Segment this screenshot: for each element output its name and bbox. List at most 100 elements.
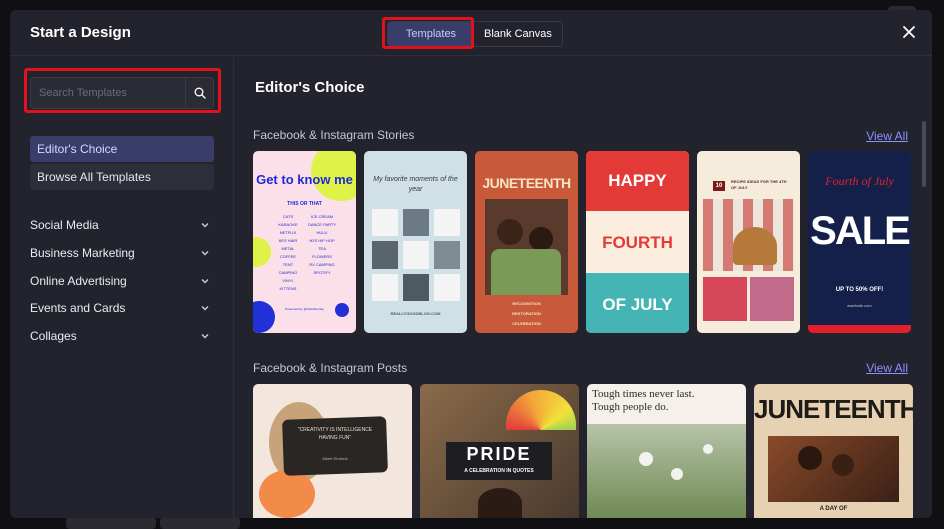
- view-all-stories-link[interactable]: View All: [866, 129, 908, 143]
- color-band: [808, 325, 911, 333]
- card-photo: [485, 199, 568, 295]
- photo-figure: [478, 488, 522, 518]
- start-design-modal: Start a Design Templates Blank Canvas Ed…: [10, 10, 932, 518]
- photo-tile: [750, 277, 794, 321]
- card-title: JUNETEENTH: [754, 394, 913, 424]
- card-line: UP TO 50% OFF!: [835, 287, 884, 293]
- modal-header: Start a Design Templates Blank Canvas: [10, 10, 932, 56]
- template-card-july-sale[interactable]: Fourth of July SALE UP TO 50% OFF! awebs…: [808, 151, 911, 333]
- chevron-down-icon: [201, 251, 209, 256]
- card-footer: awebsite.com: [847, 303, 872, 308]
- card-photo: [587, 424, 746, 518]
- tab-templates[interactable]: Templates: [388, 22, 474, 46]
- card-footer: REALLYGOODBLOG.COM: [390, 311, 441, 316]
- category-label: Social Media: [30, 218, 99, 232]
- template-gallery: Editor's Choice Facebook & Instagram Sto…: [235, 57, 932, 518]
- card-line-1: Tough times never last.: [592, 388, 695, 400]
- card-title-mid: FOURTH: [602, 233, 673, 252]
- photo-tile: [703, 277, 747, 321]
- template-card-recipe-ideas[interactable]: 10 RECIPE IDEAS FOR THE 4TH OF JULY: [697, 151, 800, 333]
- search-box: [30, 77, 214, 109]
- card-list-left: CATS KARAOKE NETFLIX 80'S HAIR METAL COFFEE T…: [278, 214, 298, 291]
- template-card-tough-times[interactable]: Tough times never last. Tough people do.: [587, 384, 746, 518]
- close-button[interactable]: [902, 25, 916, 39]
- decor-circle: [253, 301, 275, 333]
- template-card-pride[interactable]: PRIDE A CELEBRATION IN QUOTES: [420, 384, 579, 518]
- card-line-2: Tough people do.: [592, 401, 669, 413]
- template-card-juneteenth-post[interactable]: JUNETEENTH A DAY OF: [754, 384, 913, 518]
- search-icon: [194, 87, 206, 99]
- dandelion: [671, 468, 683, 480]
- card-quote: "CREATIVITY IS INTELLIGENCE HAVING FUN": [297, 427, 373, 441]
- card-footer: Presented by @ArtfulSunday: [285, 307, 324, 311]
- card-title-top: HAPPY: [608, 171, 667, 190]
- search-input[interactable]: [31, 78, 186, 108]
- card-lines: RECOGNITION RESTORATION CELEBRATION: [512, 301, 541, 326]
- photo-figure: [832, 454, 854, 476]
- photo-tile: [403, 209, 429, 237]
- photo-tile: [372, 209, 398, 237]
- card-title: My favorite moments of the year: [373, 176, 458, 193]
- template-card-favorite-moments[interactable]: My favorite moments of the year REALLYGO…: [364, 151, 467, 333]
- chevron-down-icon: [201, 279, 209, 284]
- chevron-down-icon: [201, 223, 209, 228]
- nav-editors-choice[interactable]: Editor's Choice: [30, 136, 214, 162]
- template-card-creativity-quote[interactable]: "CREATIVITY IS INTELLIGENCE HAVING FUN" …: [253, 384, 412, 518]
- photo-figure: [497, 219, 523, 245]
- category-label: Online Advertising: [30, 274, 127, 288]
- modal-title: Start a Design: [30, 24, 131, 41]
- row-label-posts: Facebook & Instagram Posts: [253, 361, 408, 375]
- dandelion: [639, 452, 653, 466]
- card-list-right: ICE CREAM DANCE PARTY HULU 90'S HIP HOP TEA F…: [307, 214, 337, 275]
- decor-blob: [259, 470, 315, 518]
- category-label: Events and Cards: [30, 301, 126, 315]
- photo-tile: [372, 241, 398, 269]
- category-collages[interactable]: Collages: [30, 326, 214, 346]
- card-author: Albert Einstein: [322, 456, 348, 461]
- muffin: [733, 227, 777, 265]
- card-title: JUNETEENTH: [482, 175, 571, 191]
- dandelion: [703, 444, 713, 454]
- category-online-advertising[interactable]: Online Advertising: [30, 271, 214, 291]
- sidebar: Editor's Choice Browse All Templates Soc…: [10, 57, 234, 518]
- photo-grid: [372, 209, 460, 301]
- decor-circle: [253, 237, 271, 267]
- row-label-stories: Facebook & Instagram Stories: [253, 128, 415, 142]
- card-title-top: Fourth of July: [825, 174, 894, 188]
- card-title-mid: SALE: [810, 209, 911, 253]
- photo-tile: [434, 241, 460, 269]
- close-icon: [903, 26, 915, 38]
- category-label: Business Marketing: [30, 246, 135, 260]
- category-business-marketing[interactable]: Business Marketing: [30, 243, 214, 263]
- category-social-media[interactable]: Social Media: [30, 215, 214, 235]
- card-title: Get to know me: [256, 172, 353, 187]
- tab-blank-canvas[interactable]: Blank Canvas: [474, 22, 562, 46]
- photo-tile: [403, 241, 429, 269]
- category-events-and-cards[interactable]: Events and Cards: [30, 298, 214, 318]
- photo-tile: [434, 273, 460, 301]
- section-title: Editor's Choice: [255, 79, 365, 96]
- template-card-get-to-know-me[interactable]: Get to know me THIS OR THAT CATS KARAOKE N…: [253, 151, 356, 333]
- card-footer: A DAY OF: [819, 506, 848, 512]
- card-subtitle: THIS OR THAT: [287, 201, 322, 207]
- photo-figure: [491, 249, 561, 295]
- view-all-posts-link[interactable]: View All: [866, 361, 908, 375]
- card-badge: 10: [713, 181, 725, 191]
- photo-figure: [798, 446, 822, 470]
- card-photo: [768, 436, 899, 502]
- card-subtitle: A CELEBRATION IN QUOTES: [464, 468, 534, 474]
- template-card-juneteenth-story[interactable]: JUNETEENTH RECOGNITION RESTORATION CELEBRA…: [475, 151, 578, 333]
- card-photo: [703, 199, 794, 271]
- scrollbar[interactable]: [922, 121, 926, 187]
- design-mode-tabs: Templates Blank Canvas: [387, 21, 563, 47]
- nav-browse-all-templates[interactable]: Browse All Templates: [30, 164, 214, 190]
- template-card-happy-fourth[interactable]: HAPPY FOURTH OF JULY: [586, 151, 689, 333]
- photo-tile: [372, 273, 398, 301]
- category-label: Collages: [30, 329, 77, 343]
- card-title: PRIDE: [466, 444, 532, 464]
- search-button[interactable]: [185, 78, 213, 108]
- background-thumbnail: [66, 517, 156, 529]
- card-title: RECIPE IDEAS FOR THE 4TH OF JULY: [731, 179, 787, 190]
- photo-tile: [434, 209, 460, 237]
- chevron-down-icon: [201, 306, 209, 311]
